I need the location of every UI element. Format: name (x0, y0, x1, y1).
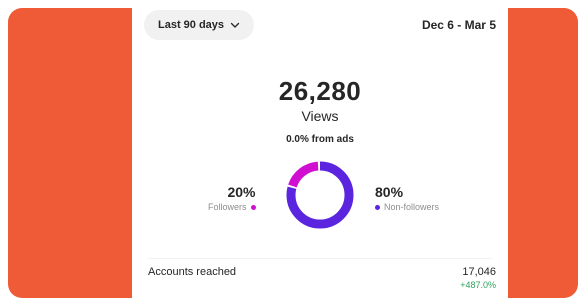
total-views-value: 26,280 (278, 76, 362, 106)
non-followers-stat: 80% Non-followers (375, 184, 439, 212)
total-views-label: Views (301, 108, 339, 124)
followers-percent: 20% (227, 184, 256, 200)
date-range-text: Dec 6 - Mar 5 (421, 18, 496, 32)
followers-label: Followers (208, 202, 247, 212)
accounts-reached-value: 17,046 (462, 266, 496, 278)
section-divider (148, 258, 492, 259)
background-frame: Last 90 days Dec 6 - Mar 5 26,280 Views … (8, 8, 578, 298)
non-followers-legend-dot (375, 204, 380, 210)
followers-stat: 20% Followers (208, 184, 256, 212)
accounts-reached-change: +487.0% (460, 280, 496, 290)
accounts-reached-label: Accounts reached (148, 266, 237, 278)
date-range-dropdown[interactable]: Last 90 days (144, 10, 255, 40)
non-followers-label: Non-followers (384, 202, 440, 212)
followers-legend-dot (250, 204, 256, 210)
ads-share-note: 0.0% from ads (286, 134, 354, 145)
insights-card: Last 90 days Dec 6 - Mar 5 26,280 Views … (132, 8, 508, 298)
date-range-dropdown-label: Last 90 days (158, 19, 225, 31)
non-followers-percent: 80% (375, 184, 404, 200)
audience-donut-chart (286, 161, 354, 229)
chevron-down-icon (230, 22, 240, 28)
